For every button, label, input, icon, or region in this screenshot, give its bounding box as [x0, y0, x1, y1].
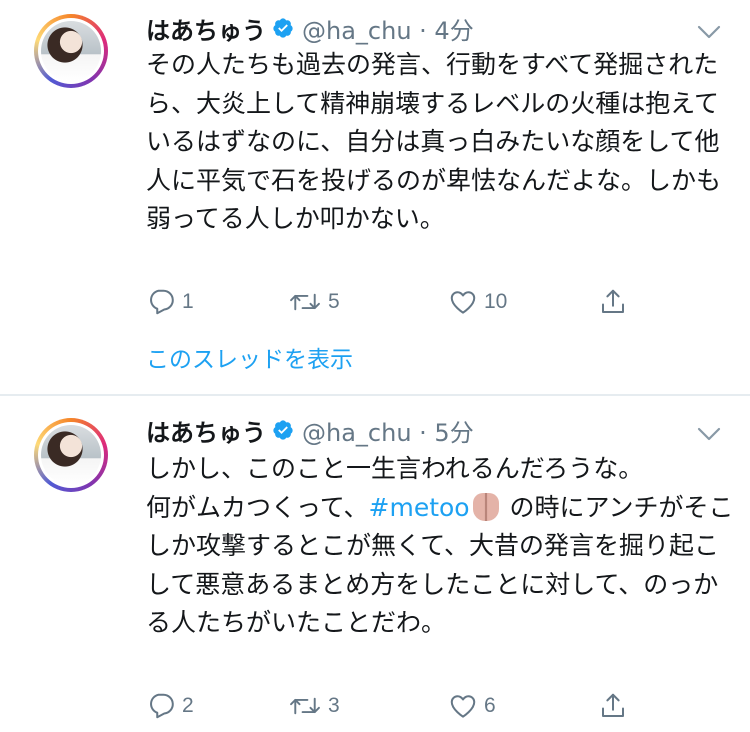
retweet-icon	[290, 293, 320, 311]
handle-and-time[interactable]: @ha_chu · 4分	[302, 11, 474, 46]
show-thread-link[interactable]: このスレッドを表示	[146, 340, 353, 374]
reply-button[interactable]: 2	[146, 686, 194, 726]
heart-icon	[450, 291, 476, 314]
reply-icon	[150, 693, 174, 719]
tweet-actions: 2 3 6	[146, 686, 646, 726]
tweet-header: はあちゅう @ha_chu · 5分	[146, 410, 474, 450]
heart-icon	[450, 695, 476, 718]
like-count: 6	[484, 694, 496, 717]
share-button[interactable]	[598, 282, 628, 322]
chevron-down-icon[interactable]	[697, 426, 721, 442]
avatar[interactable]	[34, 14, 108, 88]
retweet-button[interactable]: 5	[288, 282, 340, 322]
tweet-header: はあちゅう @ha_chu · 4分	[146, 8, 474, 48]
share-icon	[602, 289, 624, 313]
like-count: 10	[484, 290, 508, 313]
hashtag-link[interactable]: #metoo	[369, 493, 470, 522]
reply-icon	[150, 289, 174, 315]
chevron-down-icon[interactable]	[697, 24, 721, 40]
tweet-actions: 1 5 10	[146, 282, 646, 322]
tweet-text: その人たちも過去の発言、行動をすべて発掘されたら、大炎上して精神崩壊するレベルの…	[146, 50, 722, 233]
avatar-border	[38, 18, 104, 84]
handle-and-time[interactable]: @ha_chu · 5分	[302, 413, 474, 448]
like-button[interactable]: 10	[448, 282, 507, 322]
reply-button[interactable]: 1	[146, 282, 194, 322]
like-button[interactable]: 6	[448, 686, 496, 726]
tweet-text: しかし、このこと一生言われるんだろうな。 何がムカつくって、#metoo の時に…	[146, 450, 738, 643]
retweet-count: 5	[328, 290, 340, 313]
retweet-icon	[290, 697, 320, 715]
verified-badge-icon	[273, 18, 293, 38]
tweet[interactable]: はあちゅう @ha_chu · 4分 その人たちも過去の発言、行動をすべて発掘さ…	[0, 0, 750, 394]
raised-hand-emoji-icon	[472, 492, 499, 521]
avatar-border	[38, 422, 104, 488]
avatar-photo	[41, 425, 101, 485]
avatar[interactable]	[34, 418, 108, 492]
share-icon	[602, 693, 624, 717]
avatar-photo	[41, 21, 101, 81]
author-name[interactable]: はあちゅう	[146, 11, 266, 46]
share-button[interactable]	[598, 686, 628, 726]
author-name[interactable]: はあちゅう	[146, 413, 266, 448]
verified-badge-icon	[273, 420, 293, 440]
reply-count: 1	[182, 290, 194, 313]
reply-count: 2	[182, 694, 194, 717]
retweet-count: 3	[328, 694, 340, 717]
retweet-button[interactable]: 3	[288, 686, 340, 726]
tweet[interactable]: はあちゅう @ha_chu · 5分 しかし、このこと一生言われるんだろうな。 …	[0, 396, 750, 732]
